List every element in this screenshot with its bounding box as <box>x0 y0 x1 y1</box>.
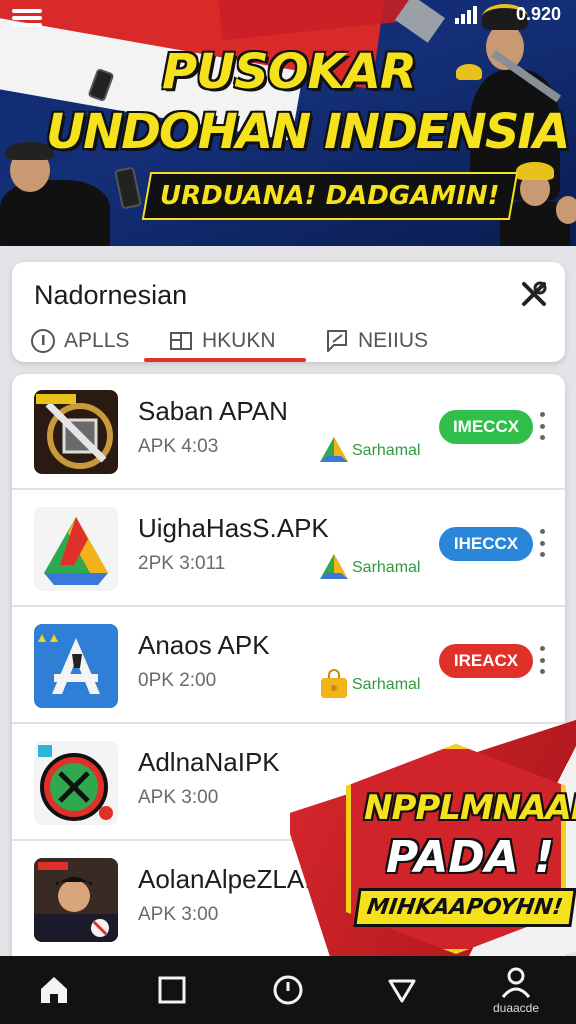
phone-illustration <box>114 166 142 210</box>
banner-title-line1: PUSOKAR <box>162 44 417 100</box>
triangle-drive-icon <box>320 554 348 579</box>
tab-news[interactable]: NEIIUS <box>324 320 428 362</box>
install-button[interactable]: IREACX <box>439 644 533 678</box>
app-meta: 2PK 3:011 <box>138 553 226 574</box>
badge-app-icon <box>34 741 118 825</box>
active-tab-indicator <box>144 358 306 362</box>
bag-icon <box>321 669 347 698</box>
promo-line2: PADA ! <box>386 832 555 883</box>
page-title: Nadornesian <box>34 280 188 310</box>
tab-news-label: NEIIUS <box>358 329 429 352</box>
hardhat-illustration <box>516 162 554 180</box>
tab-bar: APLLS HKUKN NEIIUS <box>12 320 565 362</box>
app-meta: 0PK 2:00 <box>138 670 217 691</box>
more-options-icon[interactable] <box>538 412 546 440</box>
promo-sticker[interactable]: NPPLMNAAN PADA ! MIHKAAPOYHN! <box>290 720 576 956</box>
store-header: Nadornesian APLLS HKUKN NEIIUS <box>12 262 565 362</box>
nav-square[interactable] <box>132 956 212 1024</box>
home-icon <box>41 977 67 1003</box>
app-name: AdlnaNaIPK <box>138 747 280 777</box>
triangle-down-icon <box>388 979 416 1003</box>
nav-profile-label: duaacde <box>492 1001 540 1015</box>
tab-apps[interactable]: APLLS <box>30 320 129 362</box>
nav-profile[interactable]: duaacde <box>476 956 556 1024</box>
app-name: UighaHasS.APK <box>138 513 329 543</box>
developer-name: Sarhamal <box>352 442 421 459</box>
status-time: 0.920 <box>516 4 562 24</box>
app-screen: 0.920 PUSOKAR UNDOHAN INDENSIA URDUANA! … <box>0 0 576 1024</box>
developer-name: Sarhamal <box>352 676 421 693</box>
promo-line1: NPPLMNAAN <box>364 788 576 828</box>
portrait-app-icon <box>34 858 118 942</box>
developer-name: Sarhamal <box>352 559 421 576</box>
banner-person-edge-head <box>556 196 576 224</box>
profile-icon <box>501 967 531 998</box>
install-button[interactable]: IMECCX <box>439 410 533 444</box>
list-item[interactable]: Anaos APK 0PK 2:00 Sarhamal IREACX <box>12 608 565 724</box>
nav-downloads[interactable] <box>362 956 442 1024</box>
app-meta: APK 3:00 <box>138 787 219 808</box>
more-options-icon[interactable] <box>538 529 546 557</box>
promo-line3: MIHKAAPOYHN! <box>365 895 565 920</box>
triangle-drive-icon <box>320 437 348 462</box>
app-name: Anaos APK <box>138 630 270 660</box>
info-circle-icon <box>31 329 55 353</box>
tab-hkukn[interactable]: HKUKN <box>168 320 276 362</box>
list-item[interactable]: Saban APAN APK 4:03 Sarhamal IMECCX <box>12 374 565 490</box>
app-meta: APK 4:03 <box>138 436 219 457</box>
app-name: Saban APAN <box>138 396 288 426</box>
bottom-nav: duaacde <box>0 956 576 1024</box>
square-icon <box>158 976 186 1004</box>
tab-hkukn-label: HKUKN <box>202 329 276 352</box>
drive-app-icon <box>34 507 118 591</box>
clock-icon <box>273 975 303 1005</box>
app-meta: APK 3:00 <box>138 904 219 925</box>
promo-banner[interactable]: 0.920 PUSOKAR UNDOHAN INDENSIA URDUANA! … <box>0 0 576 246</box>
install-button[interactable]: IHECCX <box>439 527 533 561</box>
banner-subtitle: URDUANA! DADGAMIN! <box>160 181 500 211</box>
banner-subtitle-box: URDUANA! DADGAMIN! <box>141 172 518 220</box>
list-item[interactable]: UighaHasS.APK 2PK 3:011 Sarhamal IHECCX <box>12 491 565 607</box>
hardhat-illustration <box>456 64 482 80</box>
knife-app-icon <box>34 390 118 474</box>
banner-title-line2: UNDOHAN INDENSIA <box>46 104 570 160</box>
banner-person-left <box>0 180 110 246</box>
menu-icon[interactable] <box>12 6 42 30</box>
more-options-icon[interactable] <box>538 646 546 674</box>
grid-icon <box>170 332 192 350</box>
nav-home[interactable] <box>14 956 94 1024</box>
nav-history[interactable] <box>248 956 328 1024</box>
tab-apps-label: APLLS <box>64 329 130 352</box>
promo-line3-box: MIHKAAPOYHN! <box>353 888 576 927</box>
appstore-app-icon <box>34 624 118 708</box>
news-flag-icon <box>327 330 347 352</box>
signal-icon <box>455 6 481 24</box>
tools-icon[interactable] <box>520 280 548 308</box>
